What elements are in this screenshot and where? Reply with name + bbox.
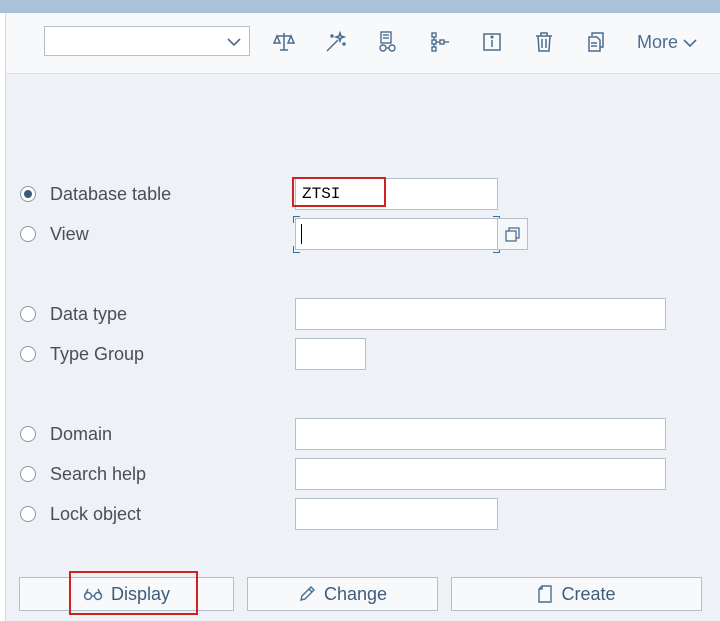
more-menu[interactable]: More (637, 32, 698, 53)
label-domain: Domain (50, 423, 113, 444)
data-type-input[interactable] (295, 298, 666, 330)
radio-domain[interactable] (20, 426, 36, 442)
focus-corner (293, 246, 300, 253)
copy-icon[interactable] (584, 30, 608, 54)
value-help-icon (505, 227, 520, 242)
create-label: Create (561, 583, 616, 604)
change-label: Change (323, 583, 388, 604)
toolbar: More (6, 13, 720, 74)
radio-lock-object[interactable] (20, 506, 36, 522)
search-help-input[interactable] (295, 458, 666, 490)
option-lock-object[interactable]: Lock object (20, 502, 141, 526)
object-type-dropdown[interactable] (44, 26, 250, 56)
magic-wand-icon[interactable] (324, 30, 348, 54)
chevron-down-icon (227, 38, 241, 47)
hierarchy-icon[interactable] (428, 30, 452, 54)
label-view: View (50, 223, 89, 244)
more-label: More (637, 32, 679, 52)
radio-view[interactable] (20, 226, 36, 242)
type-group-input[interactable] (295, 338, 366, 370)
label-lock-object: Lock object (50, 503, 142, 524)
pencil-icon (300, 586, 315, 601)
info-icon[interactable] (480, 30, 504, 54)
option-type-group[interactable]: Type Group (20, 342, 144, 366)
delete-icon[interactable] (532, 30, 556, 54)
option-view[interactable]: View (20, 222, 89, 246)
chevron-down-icon (683, 38, 697, 47)
view-input[interactable] (295, 218, 498, 250)
lock-object-input[interactable] (295, 498, 498, 530)
radio-search-help[interactable] (20, 466, 36, 482)
option-data-type[interactable]: Data type (20, 302, 127, 326)
option-domain[interactable]: Domain (20, 422, 112, 446)
label-database-table: Database table (50, 183, 172, 204)
label-data-type: Data type (50, 303, 128, 324)
radio-data-type[interactable] (20, 306, 36, 322)
option-database-table[interactable]: Database table (20, 182, 171, 206)
change-button[interactable]: Change (247, 577, 438, 611)
focus-corner (293, 216, 300, 223)
left-edge (0, 13, 6, 621)
compare-icon[interactable] (272, 30, 296, 54)
highlight-box (69, 571, 198, 615)
header-bar (0, 0, 720, 13)
radio-database-table[interactable] (20, 186, 36, 202)
radio-type-group[interactable] (20, 346, 36, 362)
label-type-group: Type Group (50, 343, 145, 364)
new-document-icon (538, 585, 553, 603)
create-button[interactable]: Create (451, 577, 702, 611)
text-cursor (301, 224, 302, 244)
label-search-help: Search help (50, 463, 147, 484)
value-help-button[interactable] (497, 218, 528, 250)
option-search-help[interactable]: Search help (20, 462, 146, 486)
where-used-icon[interactable] (376, 30, 400, 54)
highlight-box (292, 177, 386, 207)
domain-input[interactable] (295, 418, 666, 450)
